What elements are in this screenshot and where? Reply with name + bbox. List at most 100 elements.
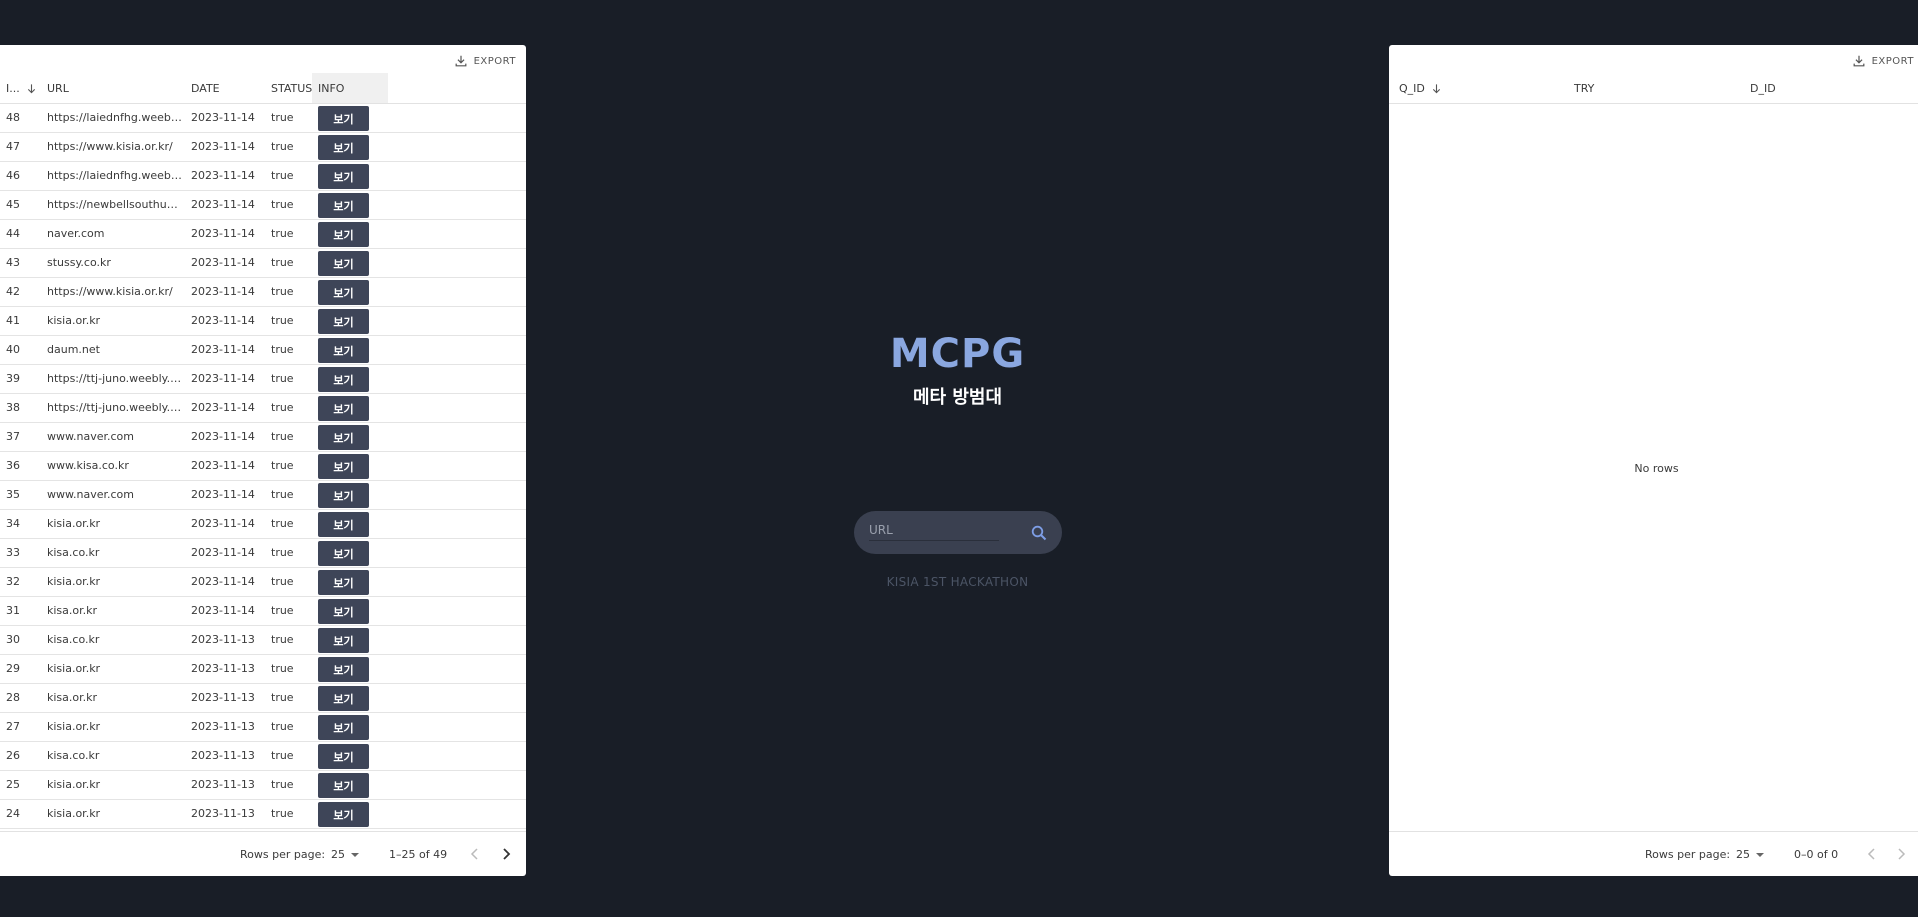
- cell-date: 2023-11-14: [191, 575, 255, 588]
- caret-down-icon: [351, 852, 359, 857]
- column-header-date[interactable]: DATE: [191, 73, 220, 103]
- cell-url: kisa.or.kr: [47, 691, 98, 704]
- table-row: 28 kisa.or.kr 2023-11-13 true 보기: [0, 684, 526, 713]
- view-details-button[interactable]: 보기: [318, 367, 369, 392]
- cell-id: 44: [6, 227, 20, 240]
- view-details-button[interactable]: 보기: [318, 657, 369, 682]
- column-header-id[interactable]: I...: [6, 73, 42, 103]
- view-details-button[interactable]: 보기: [318, 483, 369, 508]
- cell-date: 2023-11-14: [191, 285, 255, 298]
- previous-page-button[interactable]: [466, 845, 484, 863]
- cell-id: 30: [6, 633, 20, 646]
- app-title: MCPG: [889, 331, 1026, 377]
- previous-page-button[interactable]: [1863, 845, 1881, 863]
- cell-id: 43: [6, 256, 20, 269]
- cell-date: 2023-11-14: [191, 169, 255, 182]
- column-label-url: URL: [47, 81, 69, 95]
- cell-url: https://ttj-juno.weebly.c...: [47, 372, 183, 385]
- cell-id: 42: [6, 285, 20, 298]
- view-details-button[interactable]: 보기: [318, 309, 369, 334]
- view-details-button[interactable]: 보기: [318, 280, 369, 305]
- rows-per-page-label: Rows per page:: [1645, 848, 1731, 861]
- table-row: 26 kisa.co.kr 2023-11-13 true 보기: [0, 742, 526, 771]
- cell-url: www.naver.com: [47, 430, 134, 443]
- view-details-button[interactable]: 보기: [318, 628, 369, 653]
- table-row: 48 https://laiednfhg.weebl... 2023-11-14 tr…: [0, 104, 526, 133]
- cell-url: stussy.co.kr: [47, 256, 111, 269]
- sort-arrow-down-icon[interactable]: [26, 83, 37, 94]
- cell-status: true: [271, 546, 294, 559]
- table-row: 31 kisa.or.kr 2023-11-14 true 보기: [0, 597, 526, 626]
- cell-date: 2023-11-14: [191, 517, 255, 530]
- column-header-d-id[interactable]: D_ID: [1750, 73, 1776, 103]
- export-button[interactable]: EXPORT: [1852, 54, 1914, 68]
- table-row: 45 https://newbellsouthup... 2023-11-14 tru…: [0, 191, 526, 220]
- view-details-button[interactable]: 보기: [318, 251, 369, 276]
- download-icon: [1853, 55, 1865, 67]
- cell-url: daum.net: [47, 343, 100, 356]
- view-details-button[interactable]: 보기: [318, 570, 369, 595]
- view-details-button[interactable]: 보기: [318, 222, 369, 247]
- view-details-button[interactable]: 보기: [318, 541, 369, 566]
- next-page-button[interactable]: [1892, 845, 1910, 863]
- cell-url: https://laiednfhg.weebl...: [47, 111, 183, 124]
- column-header-url[interactable]: URL: [47, 73, 69, 103]
- rows-per-page-select[interactable]: 25: [1736, 848, 1764, 861]
- cell-url: kisia.or.kr: [47, 778, 101, 791]
- cell-date: 2023-11-13: [191, 778, 255, 791]
- chevron-right-icon: [503, 848, 511, 860]
- cell-id: 40: [6, 343, 20, 356]
- view-details-button[interactable]: 보기: [318, 425, 369, 450]
- view-details-button[interactable]: 보기: [318, 686, 369, 711]
- grid-pagination: Rows per page: 25 0–0 of 0: [1389, 831, 1918, 876]
- column-header-try[interactable]: TRY: [1574, 73, 1594, 103]
- view-details-button[interactable]: 보기: [318, 715, 369, 740]
- view-details-button[interactable]: 보기: [318, 599, 369, 624]
- rows-per-page-select[interactable]: 25: [331, 848, 359, 861]
- cell-url: www.kisa.co.kr: [47, 459, 129, 472]
- cell-url: kisia.or.kr: [47, 517, 101, 530]
- cell-url: https://www.kisia.or.kr/: [47, 285, 173, 298]
- view-details-button[interactable]: 보기: [318, 135, 369, 160]
- view-details-button[interactable]: 보기: [318, 164, 369, 189]
- cell-date: 2023-11-13: [191, 691, 255, 704]
- cell-url: https://ttj-juno.weebly.c...: [47, 401, 183, 414]
- next-page-button[interactable]: [497, 845, 515, 863]
- column-header-info[interactable]: INFO: [312, 73, 388, 103]
- view-details-button[interactable]: 보기: [318, 396, 369, 421]
- column-label-date: DATE: [191, 81, 220, 95]
- view-details-button[interactable]: 보기: [318, 773, 369, 798]
- grid-toolbar: EXPORT: [0, 45, 526, 73]
- view-details-button[interactable]: 보기: [318, 744, 369, 769]
- cell-status: true: [271, 343, 294, 356]
- url-search-input[interactable]: [869, 520, 999, 541]
- view-details-button[interactable]: 보기: [318, 512, 369, 537]
- cell-status: true: [271, 459, 294, 472]
- sort-arrow-down-icon[interactable]: [1431, 83, 1442, 94]
- cell-id: 38: [6, 401, 20, 414]
- column-header-status[interactable]: STATUS: [271, 73, 312, 103]
- cell-status: true: [271, 633, 294, 646]
- cell-date: 2023-11-14: [191, 343, 255, 356]
- cell-date: 2023-11-13: [191, 749, 255, 762]
- chevron-left-icon: [470, 848, 478, 860]
- search-icon[interactable]: [1030, 524, 1048, 542]
- view-details-button[interactable]: 보기: [318, 454, 369, 479]
- table-row: 27 kisia.or.kr 2023-11-13 true 보기: [0, 713, 526, 742]
- cell-id: 25: [6, 778, 20, 791]
- table-row: 32 kisia.or.kr 2023-11-14 true 보기: [0, 568, 526, 597]
- cell-status: true: [271, 749, 294, 762]
- cell-url: https://www.kisia.or.kr/: [47, 140, 173, 153]
- view-details-button[interactable]: 보기: [318, 802, 369, 827]
- column-label-info: INFO: [318, 81, 345, 95]
- cell-date: 2023-11-13: [191, 633, 255, 646]
- column-header-q-id[interactable]: Q_ID: [1399, 73, 1442, 103]
- table-row: 24 kisia.or.kr 2023-11-13 true 보기: [0, 800, 526, 829]
- cell-id: 35: [6, 488, 20, 501]
- export-button[interactable]: EXPORT: [454, 54, 516, 68]
- view-details-button[interactable]: 보기: [318, 193, 369, 218]
- cell-date: 2023-11-14: [191, 227, 255, 240]
- view-details-button[interactable]: 보기: [318, 106, 369, 131]
- view-details-button[interactable]: 보기: [318, 338, 369, 363]
- rows-per-page-value: 25: [1736, 848, 1750, 861]
